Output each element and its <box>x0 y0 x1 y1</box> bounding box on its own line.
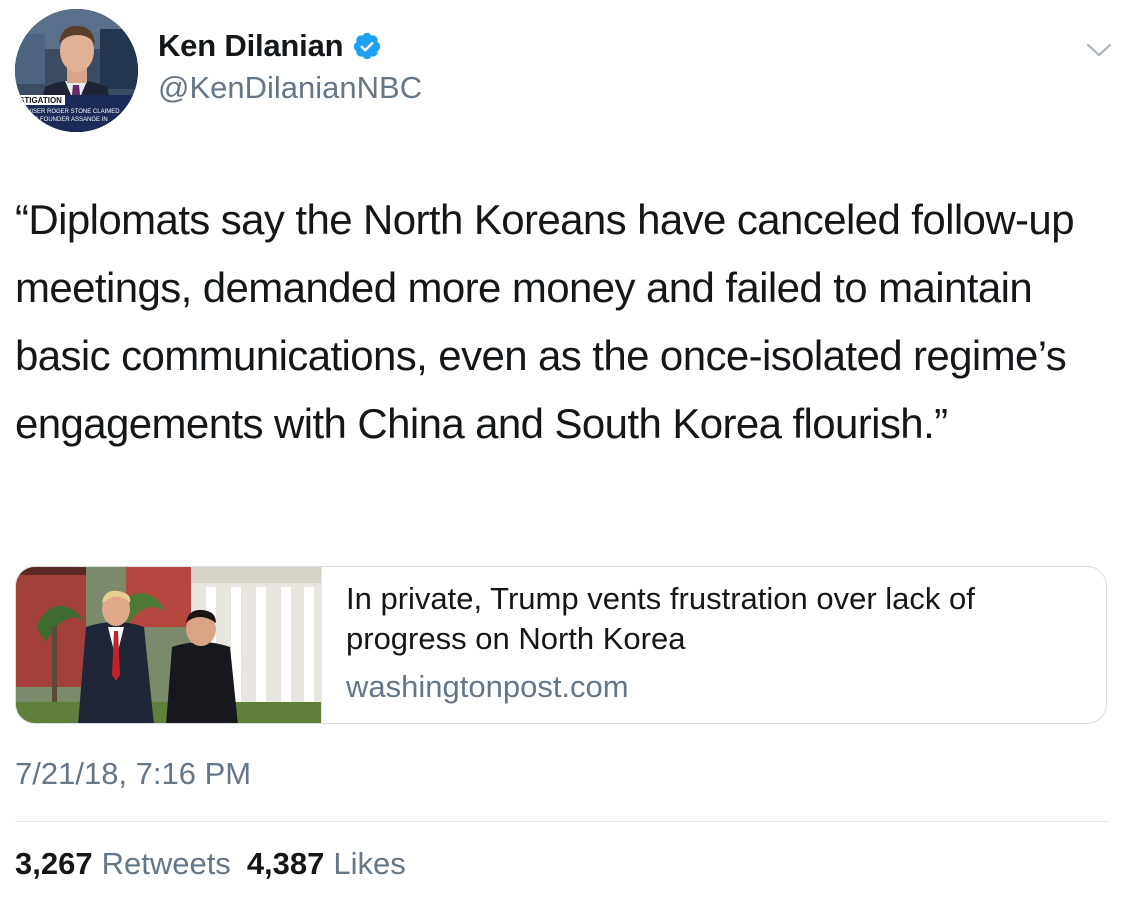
tweet-text: “Diplomats say the North Koreans have ca… <box>15 196 1075 447</box>
chevron-down-icon[interactable] <box>1086 40 1112 60</box>
card-body: In private, Trump vents frustration over… <box>322 567 1106 723</box>
verified-badge-icon <box>352 31 382 61</box>
card-title[interactable]: In private, Trump vents frustration over… <box>346 579 1086 659</box>
divider <box>15 821 1109 822</box>
likes-label: Likes <box>333 846 406 881</box>
display-name[interactable]: Ken Dilanian <box>158 28 344 64</box>
likes-count: 4,387 <box>246 846 325 881</box>
avatar-overlay-text: ADVISER ROGER STONE CLAIMED <box>19 109 120 115</box>
avatar-overlay-text: LEAKS FOUNDER ASSANGE IN <box>19 117 108 123</box>
tweet-timestamp[interactable]: 7/21/18, 7:16 PM <box>15 756 251 792</box>
engagement-stats: 3,267 Retweets 4,387 Likes <box>15 846 406 882</box>
retweets-label: Retweets <box>101 846 231 881</box>
retweets-count: 3,267 <box>15 846 93 881</box>
link-card[interactable]: In private, Trump vents frustration over… <box>15 566 1107 724</box>
tweet: STIGATION ADVISER ROGER STONE CLAIMED LE… <box>0 0 1126 904</box>
card-thumbnail <box>16 567 322 723</box>
card-domain[interactable]: washingtonpost.com <box>346 667 1086 707</box>
author-name-row[interactable]: Ken Dilanian <box>158 26 382 66</box>
avatar-overlay-text: STIGATION <box>19 96 62 105</box>
likes-stat[interactable]: 4,387 Likes <box>247 846 406 882</box>
avatar[interactable]: STIGATION ADVISER ROGER STONE CLAIMED LE… <box>15 9 138 132</box>
author-handle[interactable]: @KenDilanianNBC <box>158 70 422 106</box>
retweets-stat[interactable]: 3,267 Retweets <box>15 846 231 882</box>
